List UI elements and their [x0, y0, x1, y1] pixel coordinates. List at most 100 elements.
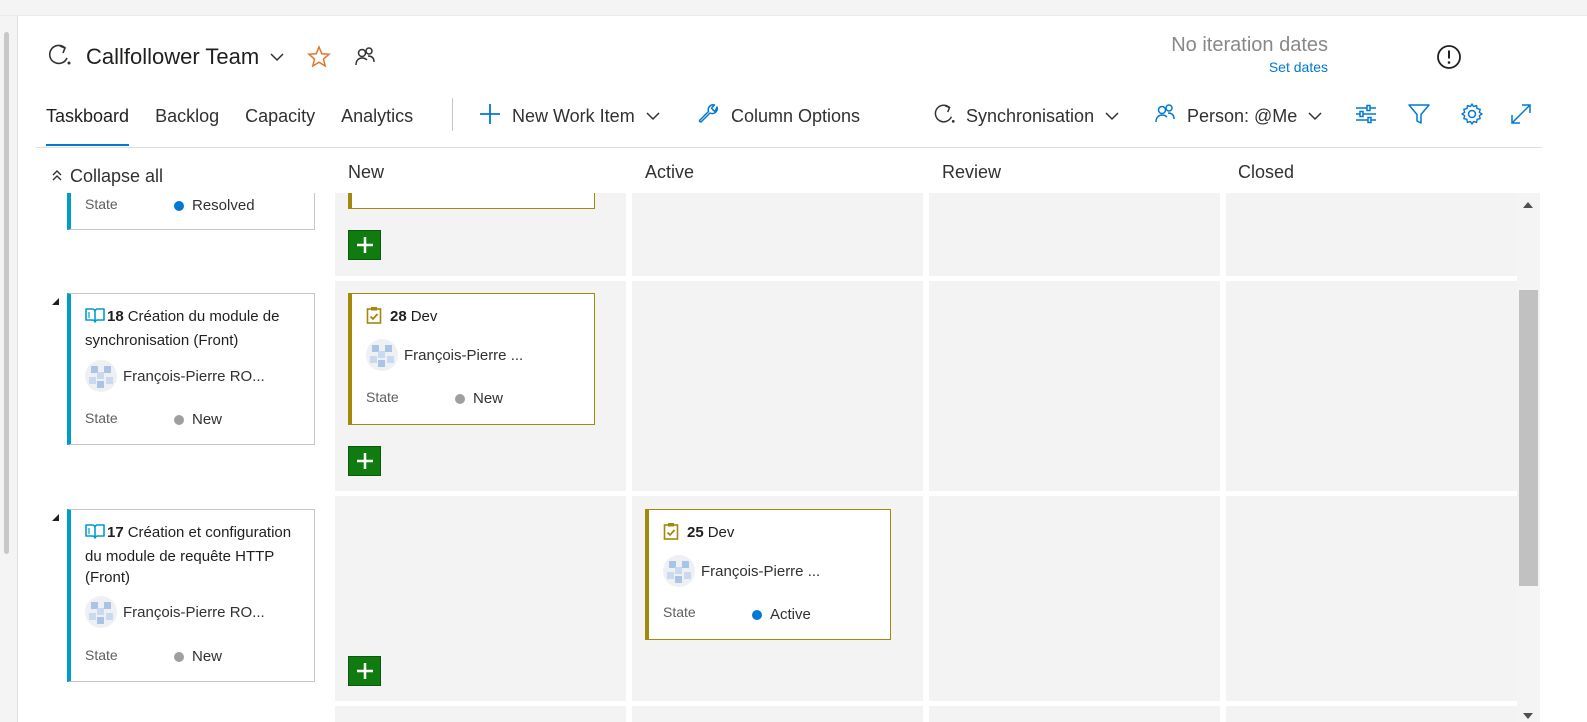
person-filter[interactable]: Person: @Me — [1153, 102, 1323, 130]
filter-icon[interactable] — [1405, 100, 1433, 128]
column-options-button[interactable]: Column Options — [697, 102, 860, 130]
new-work-item-button[interactable]: New Work Item — [478, 102, 661, 130]
assignee-name: François-Pierre ... — [404, 346, 524, 364]
state-text: New — [192, 411, 223, 428]
work-item-id: 28 — [390, 308, 407, 325]
chevron-down-icon — [645, 108, 661, 124]
state-value[interactable]: Resolved — [174, 197, 255, 214]
scroll-down-arrow-icon[interactable] — [1523, 713, 1533, 719]
set-dates-link[interactable]: Set dates — [1171, 59, 1328, 75]
expand-collapse-triangle-icon[interactable] — [52, 514, 59, 521]
task-card[interactable]: 25 Dev François-Pierre ... State Active — [645, 509, 891, 640]
work-item-id: 18 — [107, 308, 124, 325]
state-label: State — [85, 196, 118, 212]
cell-row4-closed[interactable] — [1226, 706, 1517, 722]
assignee[interactable]: François-Pierre ... — [663, 555, 820, 587]
state-dot-icon — [174, 200, 184, 211]
cell-row3-closed[interactable] — [1226, 496, 1517, 701]
cell-row2-closed[interactable] — [1226, 281, 1517, 491]
iteration-dates: No iteration dates Set dates — [1171, 34, 1328, 75]
cell-row1-review[interactable] — [929, 193, 1220, 276]
iteration-picker-label: Synchronisation — [966, 105, 1095, 126]
column-header-active: Active — [645, 162, 695, 182]
backlog-item-card[interactable]: 17 Création et configuration du module de… — [67, 509, 315, 682]
work-item-id: 17 — [107, 524, 124, 541]
work-item-id: 25 — [687, 524, 704, 541]
backlog-item-title[interactable]: 17 Création et configuration du module de… — [85, 522, 304, 589]
user-story-book-icon — [85, 307, 105, 330]
state-dot-icon — [174, 651, 184, 662]
cell-row3-review[interactable] — [929, 496, 1220, 701]
add-task-button[interactable] — [348, 230, 381, 260]
user-story-book-icon — [85, 523, 105, 546]
tab-capacity[interactable]: Capacity — [245, 96, 315, 146]
expand-collapse-triangle-icon[interactable] — [52, 298, 59, 305]
assignee-name: François-Pierre RO... — [123, 367, 265, 385]
backlog-item-card[interactable]: State Resolved — [67, 193, 315, 230]
work-item-title-text: Dev — [410, 308, 438, 325]
state-value[interactable]: New — [174, 648, 222, 665]
chevron-down-icon — [1307, 108, 1323, 124]
tab-taskboard[interactable]: Taskboard — [46, 96, 130, 146]
person-filter-label: Person: @Me — [1187, 105, 1298, 126]
state-value[interactable]: New — [174, 411, 222, 428]
cell-row2-review[interactable] — [929, 281, 1220, 491]
scroll-thumb[interactable] — [1519, 290, 1538, 586]
task-card[interactable]: 28 Dev François-Pierre ... State New — [348, 293, 595, 425]
state-value[interactable]: Active — [752, 606, 811, 623]
avatar — [85, 360, 117, 392]
column-header-review: Review — [942, 162, 1002, 182]
assignee[interactable]: François-Pierre RO... — [85, 596, 265, 628]
team-members-icon[interactable] — [353, 45, 377, 69]
chevron-down-icon[interactable] — [269, 49, 285, 65]
cell-row4-active[interactable] — [632, 706, 923, 722]
state-label: State — [663, 604, 696, 620]
state-text: New — [192, 648, 223, 665]
assignee[interactable]: François-Pierre ... — [366, 339, 523, 371]
add-task-button[interactable] — [348, 656, 381, 686]
collapse-all-label: Collapse all — [70, 166, 164, 186]
state-value[interactable]: New — [455, 390, 503, 407]
board-scrollbar[interactable] — [1517, 193, 1540, 722]
state-dot-icon — [455, 393, 465, 404]
wrench-icon — [697, 102, 721, 131]
cell-row4-review[interactable] — [929, 706, 1220, 722]
collapse-all-button[interactable]: Collapse all — [50, 166, 163, 187]
assignee[interactable]: François-Pierre RO... — [85, 360, 265, 392]
info-icon[interactable] — [1436, 44, 1462, 75]
hub-tabs: Taskboard Backlog Capacity Analytics — [46, 96, 439, 146]
cell-row1-closed[interactable] — [1226, 193, 1517, 276]
avatar — [663, 555, 695, 587]
view-options-icon[interactable] — [1352, 100, 1380, 128]
tab-backlog[interactable]: Backlog — [155, 96, 219, 146]
work-item-title-text: Dev — [707, 524, 735, 541]
taskboard-grid: State Resolved 18 Création du module de s… — [0, 193, 1517, 722]
task-clipboard-icon — [366, 306, 382, 331]
plus-icon — [478, 102, 502, 131]
people-icon — [1153, 102, 1177, 131]
state-label: State — [85, 410, 118, 426]
column-header-closed: Closed — [1238, 162, 1295, 182]
cell-row4-new[interactable] — [335, 706, 626, 722]
fullscreen-expand-icon[interactable] — [1507, 100, 1535, 128]
iteration-picker[interactable]: Synchronisation — [932, 102, 1120, 130]
scroll-up-arrow-icon[interactable] — [1523, 202, 1533, 208]
favorite-star-icon[interactable] — [307, 45, 332, 69]
new-work-item-label: New Work Item — [512, 105, 635, 126]
add-task-button[interactable] — [348, 446, 381, 476]
task-title[interactable]: 25 Dev — [663, 522, 880, 547]
team-title[interactable]: Callfollower Team — [86, 44, 259, 70]
cell-row1-active[interactable] — [632, 193, 923, 276]
double-chevron-up-icon — [50, 166, 64, 187]
settings-gear-icon[interactable] — [1458, 100, 1486, 128]
task-title[interactable]: 28 Dev — [366, 306, 584, 331]
iteration-dates-text: No iteration dates — [1171, 34, 1328, 56]
chevron-down-icon — [1104, 108, 1120, 124]
backlog-item-title[interactable]: 18 Création du module de synchronisation … — [85, 306, 304, 351]
cell-row2-active[interactable] — [632, 281, 923, 491]
task-card[interactable] — [348, 193, 595, 209]
state-text: Resolved — [192, 197, 255, 214]
tab-analytics[interactable]: Analytics — [341, 96, 413, 146]
backlog-item-card[interactable]: 18 Création du module de synchronisation … — [67, 293, 315, 445]
column-options-label: Column Options — [731, 105, 861, 126]
